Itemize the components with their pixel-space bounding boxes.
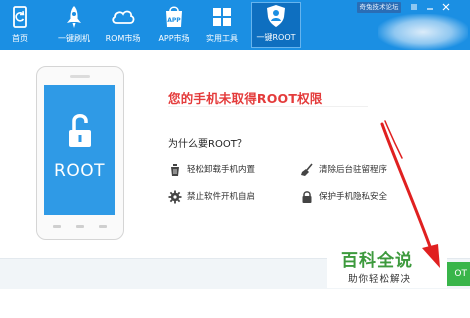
trash-bottle-icon <box>171 164 179 176</box>
app-bag-icon: APP <box>166 6 182 27</box>
why-root-title: 为什么要ROOT？ <box>168 139 247 150</box>
forum-link[interactable]: 奇兔技术论坛 <box>357 2 401 13</box>
nav-one-click-root[interactable]: 一键ROOT <box>251 2 301 48</box>
feature-privacy-label: 保护手机隐私安全 <box>319 192 388 202</box>
root-status-headline: 您的手机未取得ROOT权限 <box>168 91 323 106</box>
shield-person-icon <box>267 5 285 27</box>
feature-clean-background-label: 清除后台驻留程序 <box>319 165 388 175</box>
nav-home[interactable]: 首页 <box>2 4 38 48</box>
phone-illustration: ROOT <box>36 66 124 240</box>
nav-rom-market-label: ROM市场 <box>105 34 141 43</box>
nav-rom-market[interactable]: ROM市场 <box>100 4 146 48</box>
phone-root-text: ROOT <box>54 161 105 181</box>
phone-key <box>53 225 61 228</box>
nav-one-click-root-label: 一键ROOT <box>256 33 296 42</box>
watermark-subtitle: 助你轻松解决 <box>348 274 412 285</box>
svg-text:APP: APP <box>167 17 181 24</box>
phone-key <box>76 225 84 228</box>
nav-app-market[interactable]: APP APP市场 <box>152 4 196 48</box>
watermark-title: 百科全说 <box>341 251 413 271</box>
watermark: 百科全说 助你轻松解决 <box>327 242 447 288</box>
feature-disable-autostart-label: 禁止软件开机自启 <box>187 192 256 202</box>
nav-app-market-label: APP市场 <box>158 34 190 43</box>
headline-divider <box>168 106 368 107</box>
broom-icon <box>301 163 313 176</box>
refresh-phone-icon <box>13 6 27 28</box>
cloud-icon <box>112 10 135 24</box>
menu-icon[interactable] <box>408 1 420 13</box>
blur-overlay <box>378 14 468 50</box>
gear-icon <box>168 190 182 204</box>
unlocked-padlock-icon <box>69 114 91 147</box>
top-toolbar: 首页 一键刷机 ROM市场 APP APP市场 实用工具 一键ROOT 奇兔技术… <box>0 0 470 50</box>
phone-key <box>99 225 107 228</box>
phone-keys <box>45 222 115 232</box>
nav-tools-label: 实用工具 <box>206 34 238 43</box>
bottom-margin <box>0 289 470 318</box>
lock-icon <box>302 191 312 203</box>
feature-uninstall-label: 轻松卸载手机内置 <box>187 165 256 175</box>
close-icon[interactable] <box>440 1 452 13</box>
minimize-icon[interactable] <box>424 1 436 13</box>
nav-home-label: 首页 <box>12 34 28 43</box>
phone-screen: ROOT <box>44 85 115 215</box>
grid-icon <box>213 8 231 26</box>
rocket-icon <box>67 6 81 28</box>
nav-one-click-flash[interactable]: 一键刷机 <box>52 4 96 48</box>
phone-speaker <box>70 75 90 78</box>
nav-one-click-flash-label: 一键刷机 <box>58 34 90 43</box>
nav-tools[interactable]: 实用工具 <box>200 4 244 48</box>
